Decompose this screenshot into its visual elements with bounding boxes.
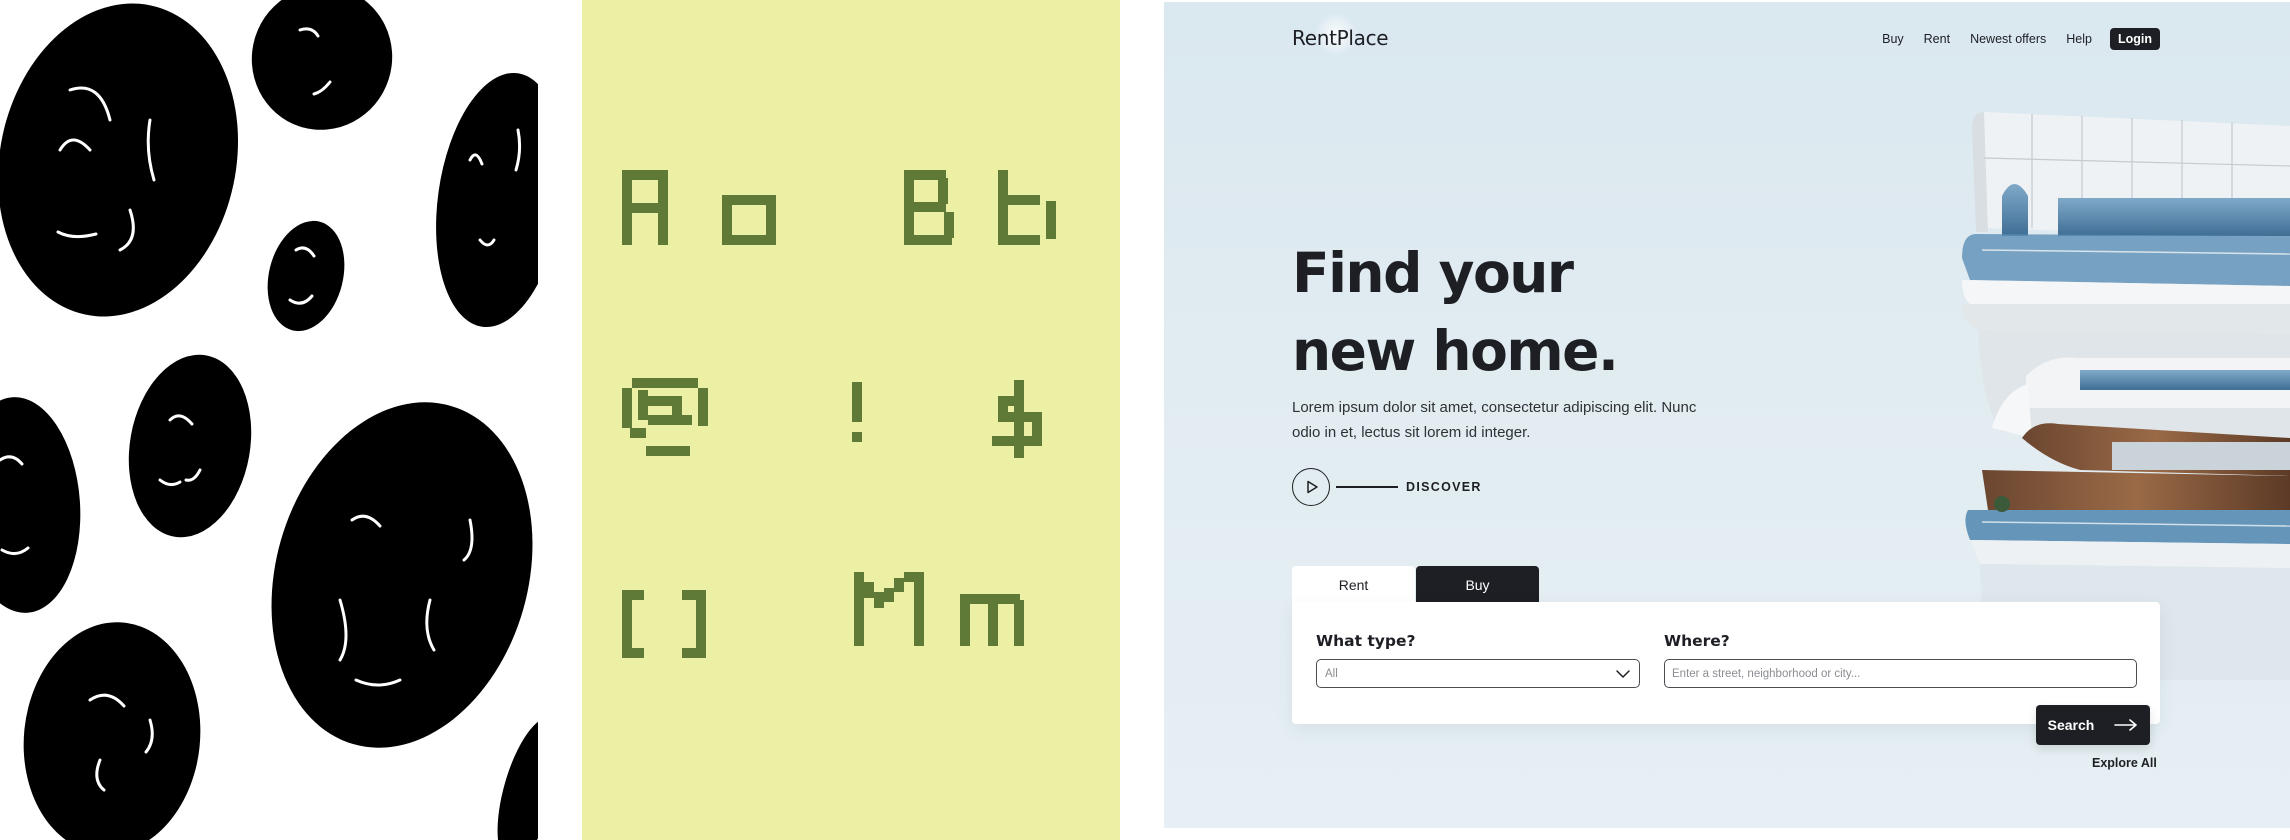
glyph-right-bracket — [682, 590, 706, 658]
property-type-select[interactable]: All — [1316, 659, 1640, 688]
glyph-dollar — [992, 380, 1042, 458]
glyph-uppercase-a — [622, 170, 668, 245]
property-type-value: All — [1325, 667, 1338, 680]
rentplace-landing-page: RentPlace Buy Rent Newest offers Help Lo… — [1164, 2, 2290, 828]
search-button-label: Search — [2047, 717, 2095, 733]
explore-all-link[interactable]: Explore All — [2092, 756, 2157, 770]
glyph-uppercase-b — [904, 170, 954, 245]
nav-link-newest-offers[interactable]: Newest offers — [1970, 32, 2046, 46]
property-type-label: What type? — [1316, 632, 1416, 650]
pixel-font-glyphs-image — [622, 170, 1056, 658]
hero-title-line-1: Find your — [1292, 241, 1574, 305]
hero-description: Lorem ipsum dolor sit amet, consectetur … — [1292, 399, 1697, 441]
login-button[interactable]: Login — [2109, 28, 2160, 50]
tab-buy[interactable]: Buy — [1416, 566, 1539, 603]
glyph-lowercase-a — [722, 195, 776, 245]
hero-title-line-2: new home. — [1292, 319, 1619, 383]
search-button[interactable]: Search — [2036, 705, 2150, 745]
chevron-down-icon — [1616, 669, 1630, 678]
nav-link-help[interactable]: Help — [2066, 32, 2092, 46]
location-label: Where? — [1664, 632, 1730, 650]
glyph-uppercase-m — [854, 572, 924, 646]
discover-button[interactable]: DISCOVER — [1292, 468, 1482, 506]
glyph-lowercase-b — [998, 170, 1056, 245]
discover-divider — [1336, 486, 1398, 488]
glyph-exclamation — [852, 382, 862, 442]
nav-link-rent[interactable]: Rent — [1924, 32, 1950, 46]
glyph-at-sign — [622, 378, 708, 456]
tab-rent[interactable]: Rent — [1292, 566, 1415, 603]
ink-blob-pattern-image — [0, 0, 538, 840]
nav-link-buy[interactable]: Buy — [1882, 32, 1904, 46]
site-logo[interactable]: RentPlace — [1292, 26, 1389, 50]
ink-blob-pattern-panel — [0, 0, 538, 840]
pixel-font-specimen-panel — [582, 0, 1120, 840]
hero-title: Find your new home. — [1292, 234, 1619, 390]
top-navigation: Buy Rent Newest offers Help Login — [1882, 28, 2160, 50]
glyph-lowercase-m — [960, 594, 1024, 646]
search-form-card: What type? All Where? — [1292, 602, 2160, 724]
play-icon[interactable] — [1292, 468, 1330, 506]
arrow-right-icon — [2114, 719, 2138, 731]
hero-building-image — [1962, 108, 2290, 680]
location-input[interactable] — [1664, 659, 2137, 688]
glyph-left-bracket — [622, 590, 644, 658]
discover-label: DISCOVER — [1406, 480, 1482, 494]
